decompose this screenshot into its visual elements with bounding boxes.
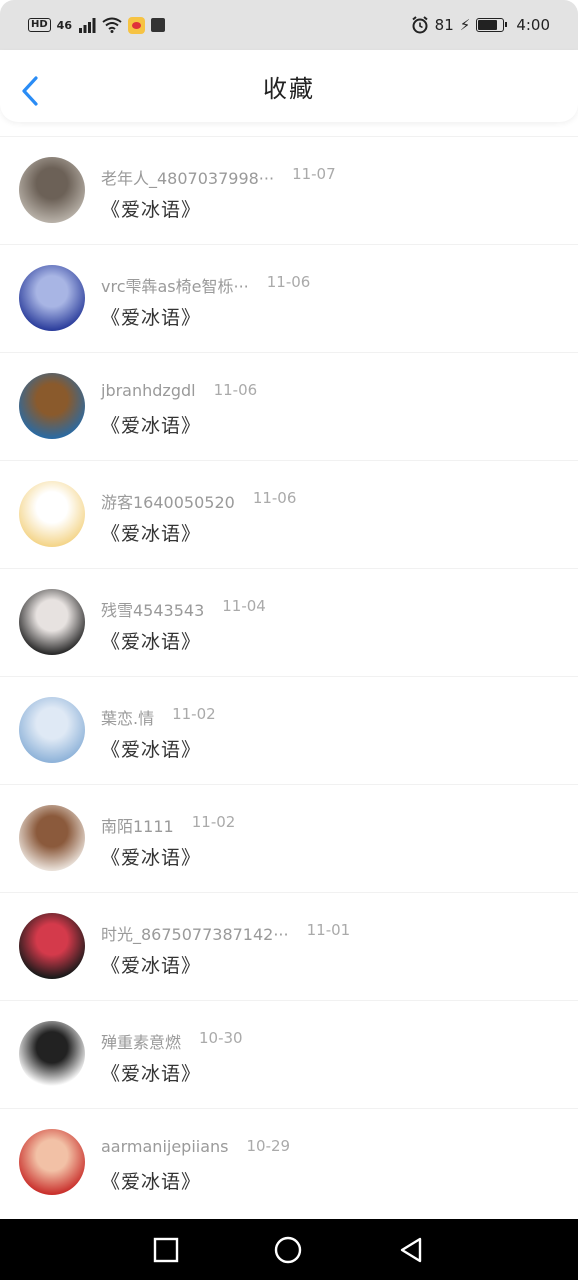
system-nav-bar xyxy=(0,1219,578,1280)
item-meta: 老年人_4807037998··· 11-07 xyxy=(101,165,336,189)
list-item[interactable]: 老年人_4807037998··· 11-07 《爱冰语》 xyxy=(0,136,578,244)
item-meta: 残雪4543543 11-04 xyxy=(101,597,266,621)
avatar[interactable] xyxy=(19,805,85,871)
username[interactable]: 时光_8675077387142··· xyxy=(101,921,289,945)
calendar-icon xyxy=(150,18,165,32)
back-icon[interactable] xyxy=(18,74,42,108)
hd-badge: HD xyxy=(28,18,51,32)
date: 11-04 xyxy=(222,597,266,615)
username[interactable]: 南陌1111 xyxy=(101,813,174,837)
username[interactable]: 老年人_4807037998··· xyxy=(101,165,274,189)
avatar[interactable] xyxy=(19,481,85,547)
clock: 4:00 xyxy=(516,16,550,34)
book-title[interactable]: 《爱冰语》 xyxy=(101,1167,201,1194)
avatar[interactable] xyxy=(19,913,85,979)
book-title[interactable]: 《爱冰语》 xyxy=(101,1059,201,1086)
avatar[interactable] xyxy=(19,589,85,655)
recent-apps-icon[interactable] xyxy=(151,1235,181,1265)
date: 11-06 xyxy=(252,489,297,507)
page-title: 收藏 xyxy=(263,74,315,103)
status-bar: HD 46 81 ⚡ 4:00 xyxy=(0,0,578,50)
item-meta: aarmanijepiians 10-29 xyxy=(101,1137,290,1156)
signal-icon xyxy=(78,18,96,33)
book-title[interactable]: 《爱冰语》 xyxy=(101,843,201,870)
username[interactable]: aarmanijepiians xyxy=(101,1137,229,1156)
list-item[interactable]: 南陌1111 11-02 《爱冰语》 xyxy=(0,784,578,892)
wifi-icon xyxy=(102,17,122,33)
network-type: 46 xyxy=(56,18,72,32)
item-meta: jbranhdzgdl 11-06 xyxy=(101,381,257,400)
book-title[interactable]: 《爱冰语》 xyxy=(101,627,201,654)
avatar[interactable] xyxy=(19,1129,85,1195)
date: 11-06 xyxy=(266,273,311,291)
list-item[interactable]: 葉恋.情 11-02 《爱冰语》 xyxy=(0,676,578,784)
username[interactable]: 残雪4543543 xyxy=(101,597,204,621)
list-item[interactable]: 殚重素意燃 10-30 《爱冰语》 xyxy=(0,1000,578,1108)
date: 11-06 xyxy=(213,381,258,399)
date: 11-01 xyxy=(306,921,351,939)
username[interactable]: 殚重素意燃 xyxy=(101,1029,181,1053)
weibo-icon xyxy=(127,16,145,34)
status-right: 81 ⚡ 4:00 xyxy=(411,16,550,34)
list-item[interactable]: 游客1640050520 11-06 《爱冰语》 xyxy=(0,460,578,568)
list-item[interactable]: 残雪4543543 11-04 《爱冰语》 xyxy=(0,568,578,676)
battery-icon xyxy=(476,18,508,32)
back-nav-icon[interactable] xyxy=(396,1235,426,1265)
avatar[interactable] xyxy=(19,265,85,331)
status-left: HD 46 xyxy=(28,16,165,34)
item-meta: 殚重素意燃 10-30 xyxy=(101,1029,243,1053)
item-meta: 时光_8675077387142··· 11-01 xyxy=(101,921,350,945)
username[interactable]: vrc雫犇as椅e智栎··· xyxy=(101,273,249,297)
date: 10-29 xyxy=(246,1137,291,1155)
item-meta: 游客1640050520 11-06 xyxy=(101,489,296,513)
item-meta: 葉恋.情 11-02 xyxy=(101,705,216,729)
avatar[interactable] xyxy=(19,373,85,439)
book-title[interactable]: 《爱冰语》 xyxy=(101,195,201,222)
battery-percent: 81 xyxy=(434,16,454,34)
avatar[interactable] xyxy=(19,157,85,223)
list-item[interactable]: aarmanijepiians 10-29 《爱冰语》 xyxy=(0,1108,578,1216)
screen: HD 46 81 ⚡ 4:00 收藏 老年人_4807037998··· 11-… xyxy=(0,0,578,1280)
favorites-list: 老年人_4807037998··· 11-07 《爱冰语》 vrc雫犇as椅e智栎··… xyxy=(0,136,578,1216)
alarm-icon xyxy=(412,16,428,34)
avatar[interactable] xyxy=(19,697,85,763)
book-title[interactable]: 《爱冰语》 xyxy=(101,735,201,762)
book-title[interactable]: 《爱冰语》 xyxy=(101,951,201,978)
app-header: 收藏 xyxy=(0,50,578,122)
list-item[interactable]: jbranhdzgdl 11-06 《爱冰语》 xyxy=(0,352,578,460)
item-meta: vrc雫犇as椅e智栎··· 11-06 xyxy=(101,273,310,297)
date: 10-30 xyxy=(199,1029,243,1047)
date: 11-02 xyxy=(172,705,216,723)
home-icon[interactable] xyxy=(273,1235,303,1265)
item-meta: 南陌1111 11-02 xyxy=(101,813,235,837)
book-title[interactable]: 《爱冰语》 xyxy=(101,411,201,438)
avatar[interactable] xyxy=(19,1021,85,1087)
book-title[interactable]: 《爱冰语》 xyxy=(101,519,201,546)
charging-icon: ⚡ xyxy=(459,16,471,34)
username[interactable]: 游客1640050520 xyxy=(101,489,235,513)
list-item[interactable]: 时光_8675077387142··· 11-01 《爱冰语》 xyxy=(0,892,578,1000)
username[interactable]: jbranhdzgdl xyxy=(101,381,196,400)
list-item[interactable]: vrc雫犇as椅e智栎··· 11-06 《爱冰语》 xyxy=(0,244,578,352)
date: 11-02 xyxy=(191,813,236,831)
book-title[interactable]: 《爱冰语》 xyxy=(101,303,201,330)
date: 11-07 xyxy=(292,165,336,183)
username[interactable]: 葉恋.情 xyxy=(101,705,154,729)
